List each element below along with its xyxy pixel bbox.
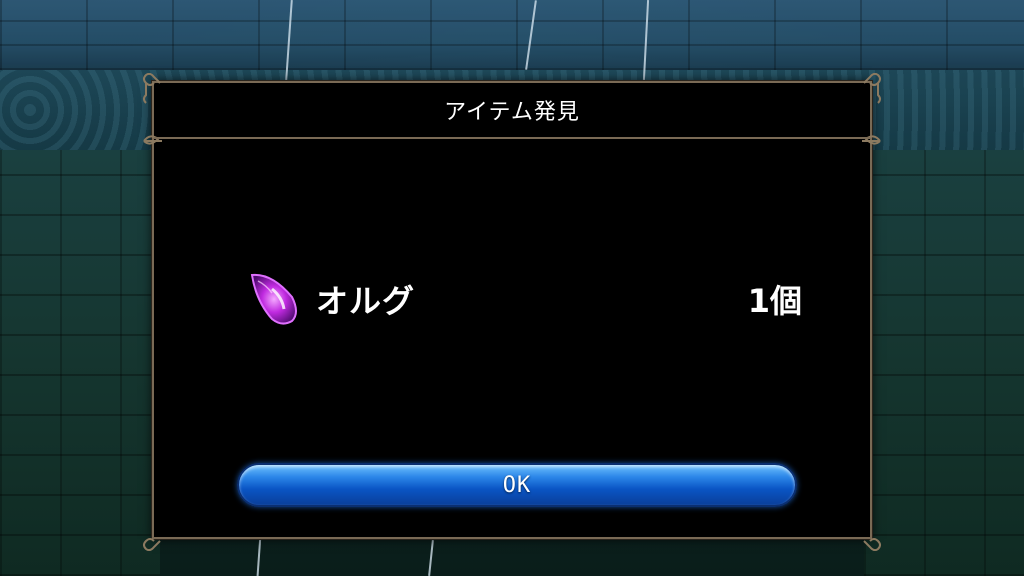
game-scene: アイテム発見 オルグ 1個 OK (0, 0, 1024, 576)
ornament-corner-icon (863, 538, 881, 551)
left-wall-background (0, 150, 160, 576)
dialog-header: アイテム発見 (154, 83, 870, 139)
ok-button[interactable]: OK (237, 463, 797, 507)
found-item-row: オルグ 1個 (242, 269, 802, 329)
rain-streak (256, 534, 262, 576)
item-count: 1個 (747, 282, 802, 320)
ok-button-label: OK (502, 472, 532, 498)
dialog-title: アイテム発見 (444, 100, 580, 125)
stone-wall-background (0, 0, 1024, 70)
rain-streak (428, 539, 434, 576)
item-name: オルグ (316, 282, 416, 320)
ornament-corner-icon (143, 538, 161, 551)
purple-crystal-shard-icon (250, 273, 297, 325)
item-found-dialog: アイテム発見 オルグ 1個 OK (143, 73, 881, 551)
right-wall-background (864, 150, 1024, 576)
